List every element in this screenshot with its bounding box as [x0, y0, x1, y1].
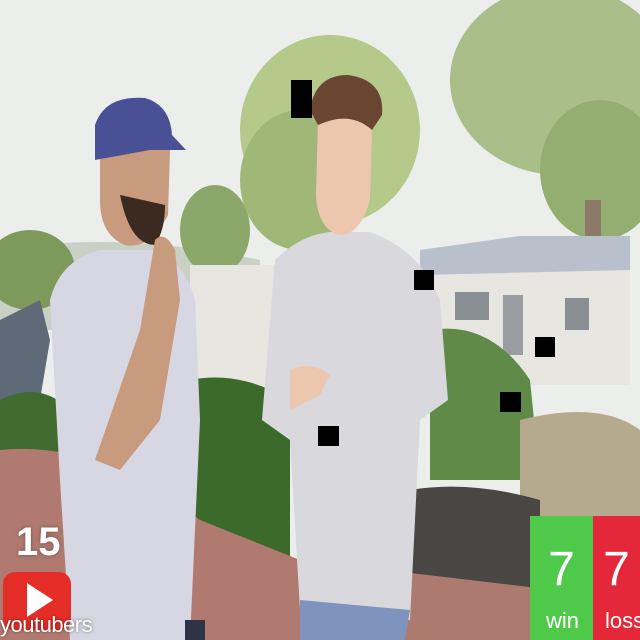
- mid-tree: [180, 185, 250, 275]
- house-window-2: [565, 298, 589, 330]
- youtuber-count: 15: [16, 520, 61, 564]
- youtuber-label: youtubers: [0, 612, 93, 637]
- occlusion-block: [318, 426, 339, 446]
- loss-score-panel: 7 loss: [593, 516, 640, 640]
- occlusion-block: [414, 270, 434, 290]
- youtuber-counter: 15 youtubers: [0, 520, 93, 640]
- win-score-panel: 7 win: [530, 516, 593, 640]
- house-window-1: [455, 292, 489, 320]
- house-door: [503, 295, 523, 355]
- occlusion-block: [500, 392, 521, 412]
- left-man-pants: [185, 620, 205, 640]
- occlusion-block: [535, 337, 555, 357]
- loss-label: loss: [605, 608, 640, 633]
- loss-count: 7: [603, 543, 630, 596]
- occlusion-block: [291, 80, 312, 118]
- win-count: 7: [548, 543, 575, 596]
- win-label: win: [546, 608, 580, 633]
